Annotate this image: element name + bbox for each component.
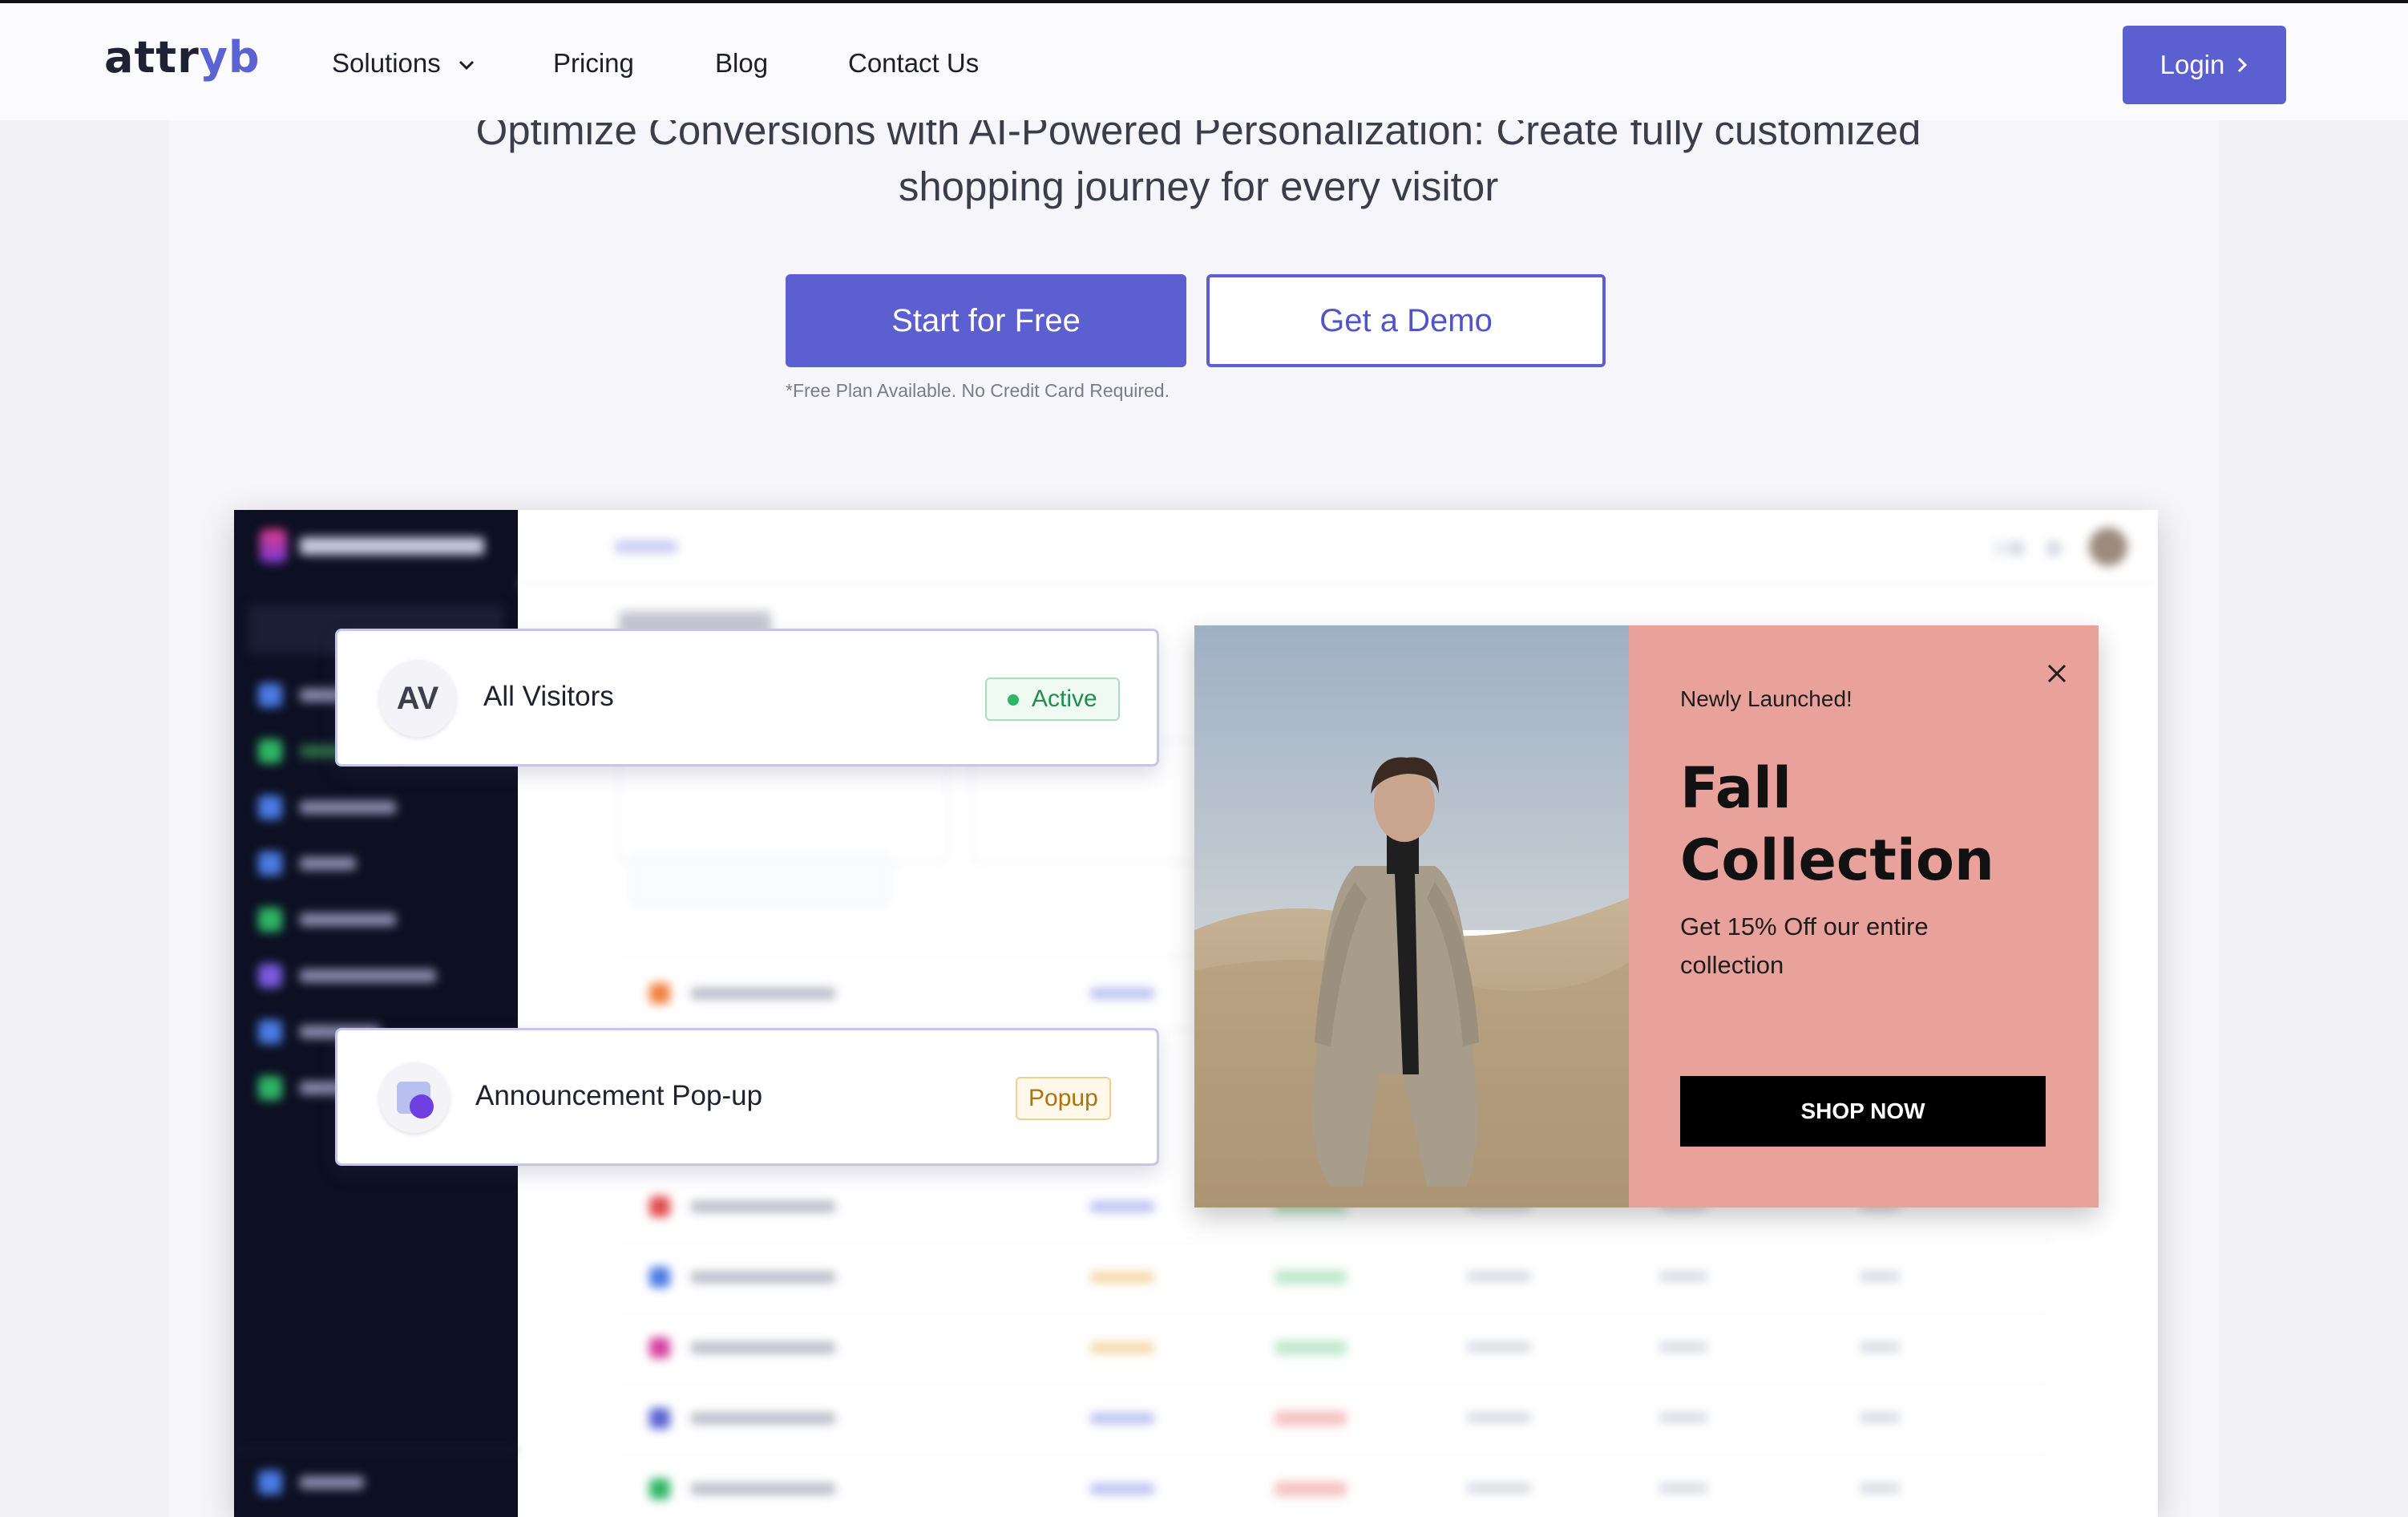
table-row (617, 1454, 2052, 1517)
sidebar-row (258, 852, 356, 876)
promo-title-line2: Collection (1680, 827, 1994, 893)
shop-now-button[interactable]: SHOP NOW (1680, 1076, 2046, 1147)
segment-card[interactable]: AV All Visitors Active (335, 629, 1159, 767)
promo-model-photo (1194, 625, 1629, 1208)
nav-solutions-label: Solutions (332, 48, 441, 78)
sidebar-row (258, 795, 396, 819)
usecase-title: Announcement Pop-up (475, 1080, 763, 1111)
top-navbar: attryb Solutions Pricing Blog Contact Us… (0, 0, 2408, 120)
promo-subtitle: Get 15% Off our entire collection (1680, 912, 1929, 979)
model-photo-illustration (1194, 625, 1629, 1208)
promo-title-line1: Fall (1680, 755, 1792, 821)
logo-text: attr (104, 32, 200, 83)
promo-kicker: Newly Launched! (1680, 686, 1852, 711)
start-for-free-button[interactable]: Start for Free (786, 274, 1186, 367)
logo-accent-text: yb (199, 32, 261, 83)
sidebar-brand (260, 529, 484, 563)
login-label: Login (2160, 50, 2225, 79)
segment-avatar: AV (379, 660, 456, 737)
nav-contact-us[interactable]: Contact Us (848, 48, 979, 79)
user-avatar (2089, 528, 2127, 566)
status-dot-icon (1008, 694, 1019, 706)
table-row (617, 1313, 2052, 1386)
filter-tabs (630, 855, 890, 906)
segment-title: All Visitors (483, 681, 614, 712)
nav-blog[interactable]: Blog (715, 48, 768, 79)
chevron-down-icon (459, 61, 474, 71)
table-row (617, 1384, 2052, 1456)
status-badge: Active (985, 678, 1120, 721)
type-badge: Popup (1016, 1077, 1111, 1120)
nav-solutions[interactable]: Solutions (332, 48, 475, 79)
promo-title: Fall Collection (1680, 752, 2081, 896)
promo-content: Newly Launched! Fall Collection Get 15% … (1629, 625, 2099, 1208)
sidebar-row (258, 908, 396, 932)
usecase-card[interactable]: Announcement Pop-up Popup (335, 1028, 1159, 1166)
close-icon[interactable] (2041, 657, 2073, 690)
login-button[interactable]: Login (2123, 26, 2286, 104)
sidebar-footer (234, 1450, 518, 1517)
sidebar-row (258, 964, 436, 988)
promo-popup: Newly Launched! Fall Collection Get 15% … (1194, 625, 2099, 1208)
nav-pricing[interactable]: Pricing (553, 48, 634, 79)
table-row (617, 1243, 2052, 1315)
hero-subtitle-line2: shopping journey for every visitor (898, 164, 1499, 209)
chevron-right-icon (2238, 57, 2248, 73)
app-topbar (518, 510, 2158, 584)
get-a-demo-button[interactable]: Get a Demo (1206, 274, 1606, 367)
brand-logo[interactable]: attryb (104, 32, 261, 83)
popup-icon (379, 1062, 450, 1133)
free-plan-note: *Free Plan Available. No Credit Card Req… (786, 380, 1170, 401)
status-badge-label: Active (1032, 686, 1097, 712)
